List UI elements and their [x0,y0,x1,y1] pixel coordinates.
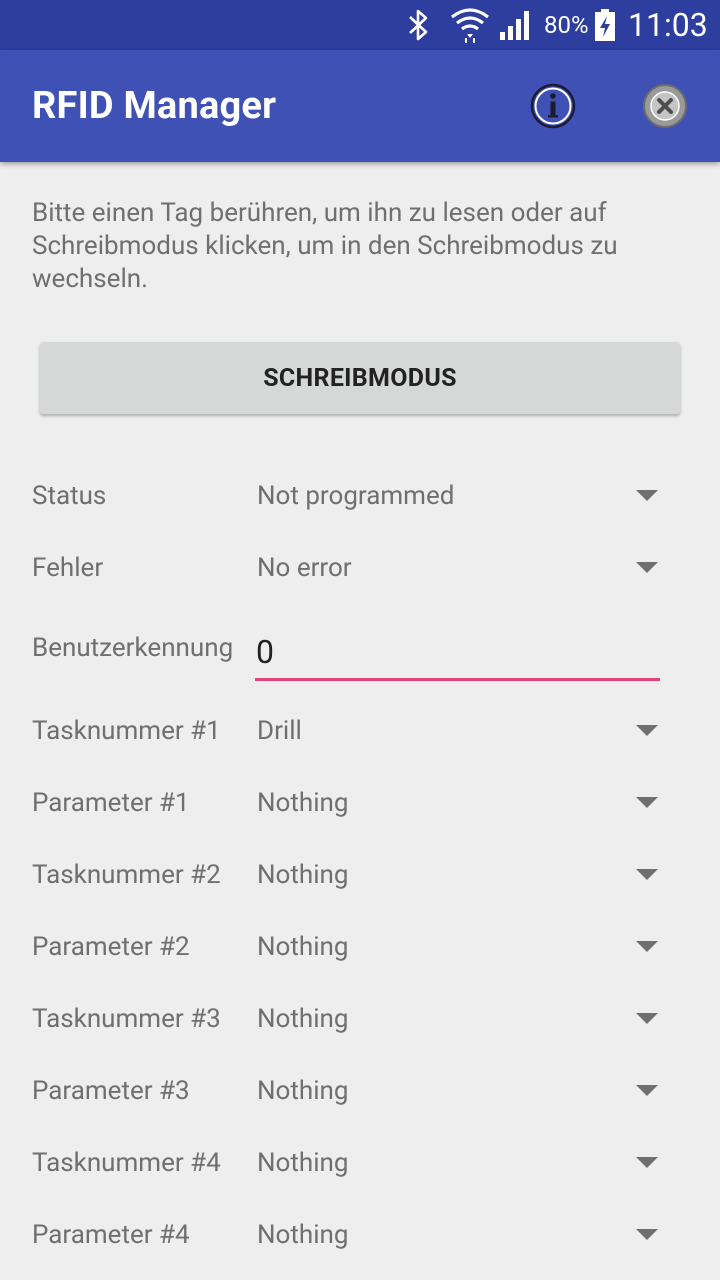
task4-label: Tasknummer #4 [32,1148,221,1178]
dropdown-arrow-icon[interactable] [636,460,658,532]
task4-row: Tasknummer #4 Nothing [0,1127,720,1199]
dropdown-arrow-icon[interactable] [636,911,658,983]
param4-row: Parameter #4 Nothing [0,1199,720,1271]
task2-label: Tasknummer #2 [32,860,221,890]
dropdown-arrow-icon[interactable] [636,983,658,1055]
param2-spinner[interactable]: Nothing [257,911,348,983]
status-spinner[interactable]: Not programmed [257,460,454,532]
dropdown-arrow-icon[interactable] [636,839,658,911]
app-bar: RFID Manager [0,50,720,162]
dropdown-arrow-icon[interactable] [636,767,658,839]
error-spinner[interactable]: No error [257,532,352,604]
battery-charging-icon [594,0,616,50]
task1-row: Tasknummer #1 Drill [0,695,720,767]
param1-row: Parameter #1 Nothing [0,767,720,839]
param2-label: Parameter #2 [32,932,190,962]
task1-label: Tasknummer #1 [32,716,221,746]
task3-label: Tasknummer #3 [32,1004,221,1034]
param3-label: Parameter #3 [32,1076,190,1106]
dropdown-arrow-icon[interactable] [636,1055,658,1127]
bluetooth-icon [406,0,432,50]
dropdown-arrow-icon[interactable] [636,532,658,604]
dropdown-arrow-icon[interactable] [636,1199,658,1271]
app-title: RFID Manager [32,84,277,128]
param2-row: Parameter #2 Nothing [0,911,720,983]
task2-spinner[interactable]: Nothing [257,839,348,911]
signal-icon [498,0,534,50]
main-content: Bitte einen Tag berühren, um ihn zu lese… [0,162,720,1280]
param3-row: Parameter #3 Nothing [0,1055,720,1127]
task3-row: Tasknummer #3 Nothing [0,983,720,1055]
dropdown-arrow-icon[interactable] [636,1127,658,1199]
battery-percentage: 80% [544,11,589,39]
user-id-row: Benutzerkennung [0,612,720,684]
close-circle-icon [643,84,687,128]
task2-row: Tasknummer #2 Nothing [0,839,720,911]
info-icon [530,83,576,129]
status-label: Status [32,481,107,511]
status-bar: 80% 11:03 [0,0,720,50]
close-button[interactable] [640,81,690,131]
task4-spinner[interactable]: Nothing [257,1127,348,1199]
info-button[interactable] [528,81,578,131]
dropdown-arrow-icon[interactable] [636,695,658,767]
clock-time: 11:03 [628,6,708,44]
user-id-label: Benutzerkennung [32,633,234,663]
task3-spinner[interactable]: Nothing [257,983,348,1055]
error-row: Fehler No error [0,532,720,604]
write-mode-button[interactable]: SCHREIBMODUS [40,342,680,414]
param1-spinner[interactable]: Nothing [257,767,348,839]
param1-label: Parameter #1 [32,788,190,818]
status-row: Status Not programmed [0,460,720,532]
param4-spinner[interactable]: Nothing [257,1199,348,1271]
param3-spinner[interactable]: Nothing [257,1055,348,1127]
param4-label: Parameter #4 [32,1220,190,1250]
wifi-icon [450,0,490,50]
task1-spinner[interactable]: Drill [257,695,302,767]
user-id-input[interactable] [255,626,660,681]
error-label: Fehler [32,553,104,583]
instructions-text: Bitte einen Tag berühren, um ihn zu lese… [32,198,618,294]
